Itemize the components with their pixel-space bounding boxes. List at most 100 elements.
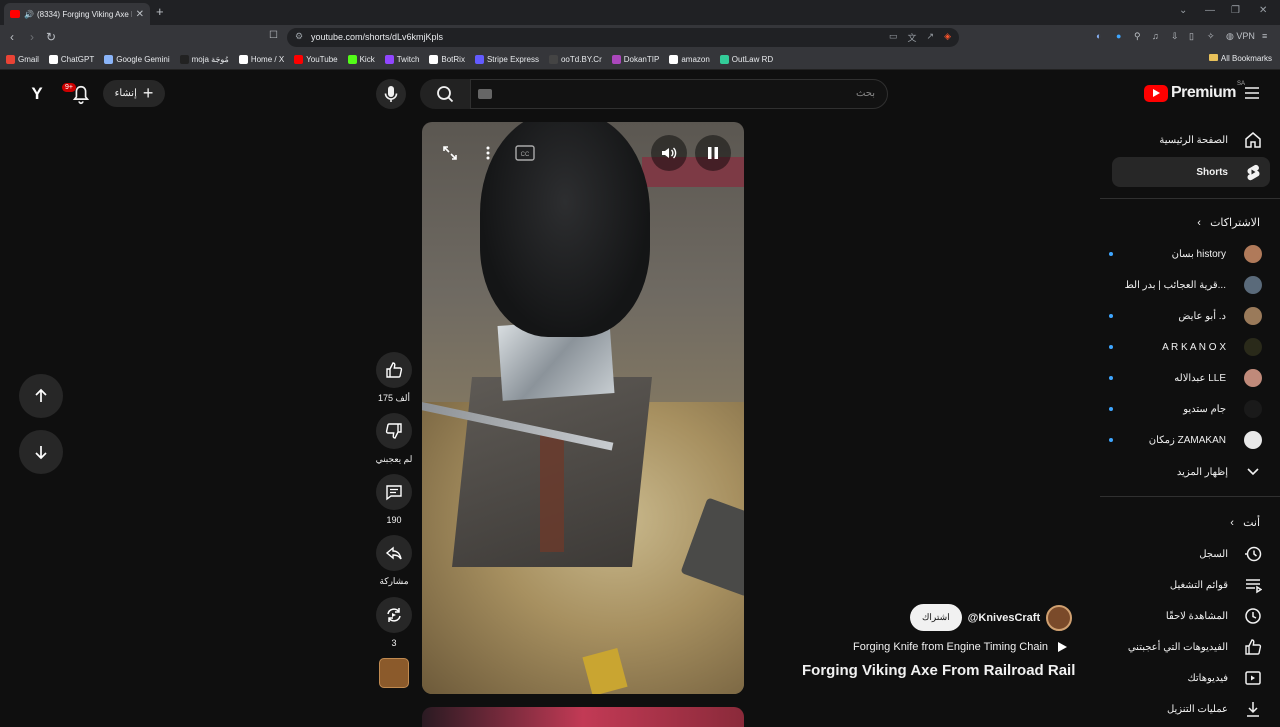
subscription-item[interactable]: زمكان ZAMAKAN bbox=[1109, 430, 1262, 450]
your-videos-icon bbox=[1244, 669, 1262, 687]
video-title[interactable]: Forging Viking Axe From Railroad Rail bbox=[802, 662, 1075, 679]
watch-later-icon bbox=[1244, 607, 1262, 625]
fullscreen-button[interactable] bbox=[432, 135, 468, 171]
playlist-link[interactable]: Forging Knife from Engine Timing Chain bbox=[853, 641, 1068, 653]
bookmark-item[interactable]: OutLaw RD bbox=[719, 55, 773, 64]
sidebar-item-you-3[interactable]: الفيديوهات التي أعجبتني bbox=[1112, 632, 1270, 662]
bookmark-item[interactable]: amazon bbox=[669, 55, 710, 64]
sidebar-item-you-2[interactable]: المشاهدة لاحقًا bbox=[1112, 601, 1270, 631]
bookmark-item[interactable]: moja مُوجَة bbox=[179, 55, 229, 64]
sound-source-thumbnail[interactable] bbox=[379, 658, 409, 688]
leo-ai-icon[interactable]: ✧ bbox=[1207, 31, 1215, 42]
bookmark-item[interactable]: YouTube bbox=[294, 55, 338, 64]
bookmark-item[interactable]: Kick bbox=[347, 55, 375, 64]
bookmark-item[interactable]: Home / X bbox=[238, 55, 284, 64]
bookmark-star-icon[interactable]: ☐ bbox=[269, 30, 278, 41]
subscription-item[interactable]: د. أبو عايض bbox=[1109, 306, 1262, 326]
tab-search-icon[interactable]: ⌄ bbox=[1179, 5, 1187, 16]
yandex-app-icon[interactable]: Y bbox=[27, 84, 47, 104]
bookmark-item[interactable]: Stripe Express bbox=[474, 55, 539, 64]
extension-audio-icon[interactable]: ◐ bbox=[1096, 31, 1101, 41]
keyboard-icon[interactable] bbox=[478, 89, 492, 99]
minimize-button[interactable]: — bbox=[1205, 5, 1215, 16]
sidebar-item-you-1[interactable]: قوائم التشغيل bbox=[1112, 570, 1270, 600]
subscription-item[interactable]: A R K A N O X bbox=[1109, 337, 1262, 357]
comments-button[interactable] bbox=[376, 474, 412, 510]
remix-button[interactable] bbox=[376, 597, 412, 633]
browser-menu-icon[interactable]: ≡ bbox=[1262, 31, 1267, 41]
speaker-icon[interactable]: 🔊 bbox=[24, 10, 34, 19]
bookmark-item[interactable]: ooTd.BY.Cr bbox=[548, 55, 602, 64]
next-short-button[interactable] bbox=[19, 430, 63, 474]
channel-avatar[interactable] bbox=[1046, 604, 1073, 631]
channel-row: اشتراك @KnivesCraft bbox=[910, 604, 1073, 631]
chevron-left-icon: ‹ bbox=[1197, 217, 1204, 229]
subscription-item[interactable]: جام ستديو bbox=[1109, 399, 1262, 419]
back-icon[interactable]: ‹ bbox=[10, 30, 14, 44]
subscription-name: بسان history bbox=[1171, 248, 1226, 260]
youtube-premium-logo[interactable]: Premium SA bbox=[1144, 81, 1245, 102]
pause-button[interactable] bbox=[695, 135, 731, 171]
translate-icon[interactable]: 文 bbox=[908, 31, 917, 44]
shorts-video-player[interactable]: CC bbox=[422, 122, 744, 694]
bookmark-item[interactable]: ChatGPT bbox=[48, 55, 94, 64]
previous-short-button[interactable] bbox=[19, 374, 63, 418]
maximize-button[interactable]: ❐ bbox=[1231, 5, 1240, 16]
bookmark-label: amazon bbox=[681, 55, 710, 64]
like-button[interactable] bbox=[376, 352, 412, 388]
browser-tab[interactable]: 🔊 (8334) Forging Viking Axe F ✕ bbox=[4, 3, 150, 25]
bookmark-label: Twitch bbox=[396, 55, 420, 64]
cast-icon[interactable]: ▭ bbox=[889, 31, 898, 44]
reload-icon[interactable]: ↻ bbox=[46, 30, 56, 44]
extension-blue-icon[interactable]: ● bbox=[1116, 31, 1121, 41]
close-tab-icon[interactable]: ✕ bbox=[136, 9, 144, 20]
subscribe-button[interactable]: اشتراك bbox=[910, 604, 962, 631]
sidebar-item-shorts[interactable]: Shorts bbox=[1112, 157, 1270, 187]
voice-search-button[interactable] bbox=[376, 79, 406, 109]
bookmark-item[interactable]: BotRix bbox=[429, 55, 465, 64]
close-window-button[interactable]: ✕ bbox=[1259, 5, 1267, 16]
all-bookmarks-button[interactable]: All Bookmarks bbox=[1208, 54, 1272, 63]
sidebar-item-home[interactable]: الصفحة الرئيسية bbox=[1112, 125, 1270, 155]
search-button[interactable] bbox=[420, 79, 470, 109]
site-info-icon[interactable]: ⚙ bbox=[295, 31, 303, 42]
share-button[interactable] bbox=[376, 535, 412, 571]
channel-avatar bbox=[1244, 245, 1262, 263]
dislike-button[interactable] bbox=[376, 413, 412, 449]
create-button[interactable]: إنشاء + bbox=[103, 80, 165, 107]
you-heading[interactable]: ‹ أنت bbox=[1230, 516, 1260, 529]
captions-button[interactable]: CC bbox=[507, 135, 543, 171]
bookmark-item[interactable]: Gmail bbox=[6, 55, 39, 64]
media-control-icon[interactable]: ♫ bbox=[1152, 31, 1159, 41]
sidebar-item-label: المشاهدة لاحقًا bbox=[1165, 610, 1228, 622]
vpn-button[interactable]: ◍ VPN bbox=[1226, 31, 1255, 42]
video-frame-rail bbox=[540, 432, 564, 552]
folder-icon bbox=[1208, 54, 1218, 61]
search-input[interactable]: بحث bbox=[470, 79, 888, 109]
more-options-button[interactable] bbox=[470, 135, 506, 171]
forward-icon[interactable]: › bbox=[30, 30, 34, 44]
subscriptions-heading[interactable]: ‹ الاشتراكات bbox=[1197, 216, 1260, 229]
channel-avatar bbox=[1244, 307, 1262, 325]
bookmark-item[interactable]: DokanTIP bbox=[611, 55, 659, 64]
subscription-item[interactable]: بسان history bbox=[1109, 244, 1262, 264]
address-bar[interactable]: ⚙ youtube.com/shorts/dLv6kmjKpls ▭ 文 ↗ ◈ bbox=[287, 28, 959, 47]
subscription-item[interactable]: عبدالاله LLE bbox=[1109, 368, 1262, 388]
show-more-button[interactable]: إظهار المزيد bbox=[1112, 457, 1270, 487]
new-tab-button[interactable]: + bbox=[156, 4, 164, 19]
bookmark-item[interactable]: Twitch bbox=[384, 55, 420, 64]
next-short-preview[interactable] bbox=[422, 707, 744, 727]
downloads-icon[interactable]: ⇩ bbox=[1171, 31, 1179, 42]
brave-shield-icon[interactable]: ◈ bbox=[944, 31, 951, 44]
sidebar-panel-icon[interactable]: ▯ bbox=[1189, 31, 1194, 42]
sidebar-item-you-4[interactable]: فيديوهاتك bbox=[1112, 663, 1270, 693]
subscription-item[interactable]: قرية العجائب | بدر الط... bbox=[1112, 275, 1262, 295]
volume-button[interactable] bbox=[651, 135, 687, 171]
extensions-puzzle-icon[interactable]: ⚲ bbox=[1134, 31, 1141, 42]
share-page-icon[interactable]: ↗ bbox=[927, 31, 935, 44]
thumbs-up-icon bbox=[386, 362, 403, 378]
channel-name[interactable]: @KnivesCraft bbox=[968, 612, 1040, 624]
sidebar-item-you-0[interactable]: السجل bbox=[1112, 539, 1270, 569]
bookmark-item[interactable]: Google Gemini bbox=[104, 55, 170, 64]
guide-menu-icon[interactable] bbox=[1244, 86, 1260, 100]
